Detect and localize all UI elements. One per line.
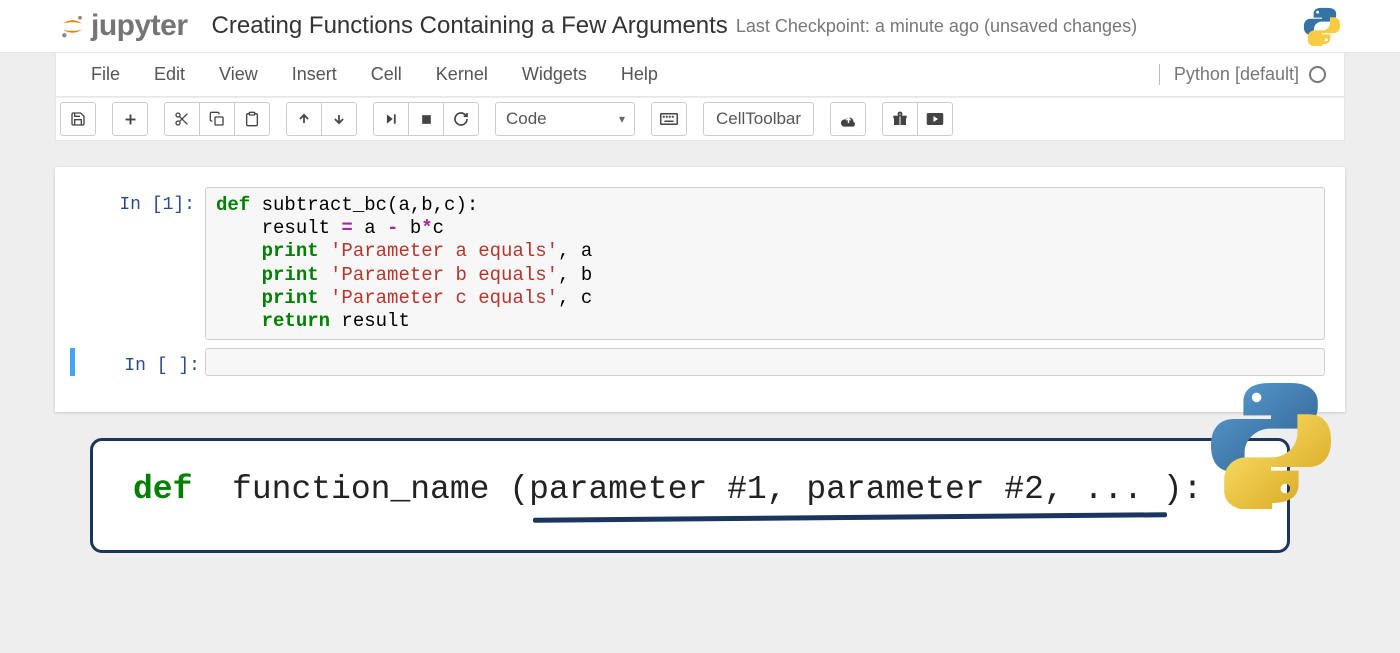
save-icon [70, 111, 86, 127]
annotation-code: def function_name (parameter #1, paramet… [133, 471, 1247, 508]
paste-button[interactable] [234, 102, 270, 136]
toolbar: Code CellToolbar [55, 97, 1345, 141]
video-button[interactable] [917, 102, 953, 136]
code-cell[interactable]: In [1]: def subtract_bc(a,b,c): result =… [75, 187, 1325, 340]
insert-cell-button[interactable] [112, 102, 148, 136]
jupyter-logo[interactable]: jupyter [60, 9, 188, 43]
input-prompt: In [1]: [75, 187, 205, 215]
copy-icon [209, 111, 225, 127]
annotation-underline [533, 512, 1167, 523]
menubar: File Edit View Insert Cell Kernel Widget… [55, 53, 1345, 97]
gift-button[interactable] [882, 102, 918, 136]
cell-type-value: Code [506, 109, 547, 129]
notebook-title[interactable]: Creating Functions Containing a Few Argu… [212, 12, 728, 40]
kernel-name: Python [default] [1174, 64, 1299, 85]
notebook-container: In [1]: def subtract_bc(a,b,c): result =… [55, 167, 1345, 412]
cell-toolbar-button[interactable]: CellToolbar [703, 102, 814, 136]
video-icon [926, 112, 944, 126]
menu-cell[interactable]: Cell [354, 54, 419, 95]
menu-edit[interactable]: Edit [137, 54, 202, 95]
logo-text: jupyter [91, 9, 188, 43]
cut-button[interactable] [164, 102, 200, 136]
menu-widgets[interactable]: Widgets [505, 54, 604, 95]
python-logo-icon [1205, 377, 1337, 509]
checkpoint-text: Last Checkpoint: a minute ago (unsaved c… [736, 16, 1137, 37]
input-prompt: In [ ]: [75, 348, 205, 376]
step-forward-icon [384, 112, 398, 126]
menu-kernel[interactable]: Kernel [419, 54, 505, 95]
cell-type-select[interactable]: Code [495, 102, 635, 136]
copy-button[interactable] [199, 102, 235, 136]
gift-icon [892, 111, 908, 127]
menu-file[interactable]: File [74, 54, 137, 95]
menu-view[interactable]: View [202, 54, 275, 95]
move-down-button[interactable] [321, 102, 357, 136]
restart-button[interactable] [443, 102, 479, 136]
plus-icon [123, 112, 138, 127]
kernel-status-icon [1309, 66, 1326, 83]
restart-icon [453, 111, 469, 127]
arrow-up-icon [297, 112, 311, 126]
menu-help[interactable]: Help [604, 54, 675, 95]
paste-icon [244, 111, 260, 127]
command-palette-button[interactable] [651, 102, 687, 136]
interrupt-button[interactable] [408, 102, 444, 136]
kernel-indicator: Python [default] [1159, 64, 1326, 85]
arrow-down-icon [332, 112, 346, 126]
code-input[interactable] [205, 348, 1325, 376]
keyboard-icon [660, 112, 678, 126]
move-up-button[interactable] [286, 102, 322, 136]
syntax-annotation: def function_name (parameter #1, paramet… [90, 438, 1290, 553]
upload-cloud-button[interactable] [830, 102, 866, 136]
run-button[interactable] [373, 102, 409, 136]
menu-insert[interactable]: Insert [275, 54, 354, 95]
jupyter-logo-icon [60, 14, 85, 39]
code-cell[interactable]: In [ ]: [70, 348, 1325, 376]
save-button[interactable] [60, 102, 96, 136]
python-logo-icon [1302, 6, 1342, 46]
scissors-icon [174, 111, 190, 127]
code-input[interactable]: def subtract_bc(a,b,c): result = a - b*c… [205, 187, 1325, 340]
stop-icon [420, 113, 433, 126]
cloud-upload-icon [840, 112, 857, 127]
